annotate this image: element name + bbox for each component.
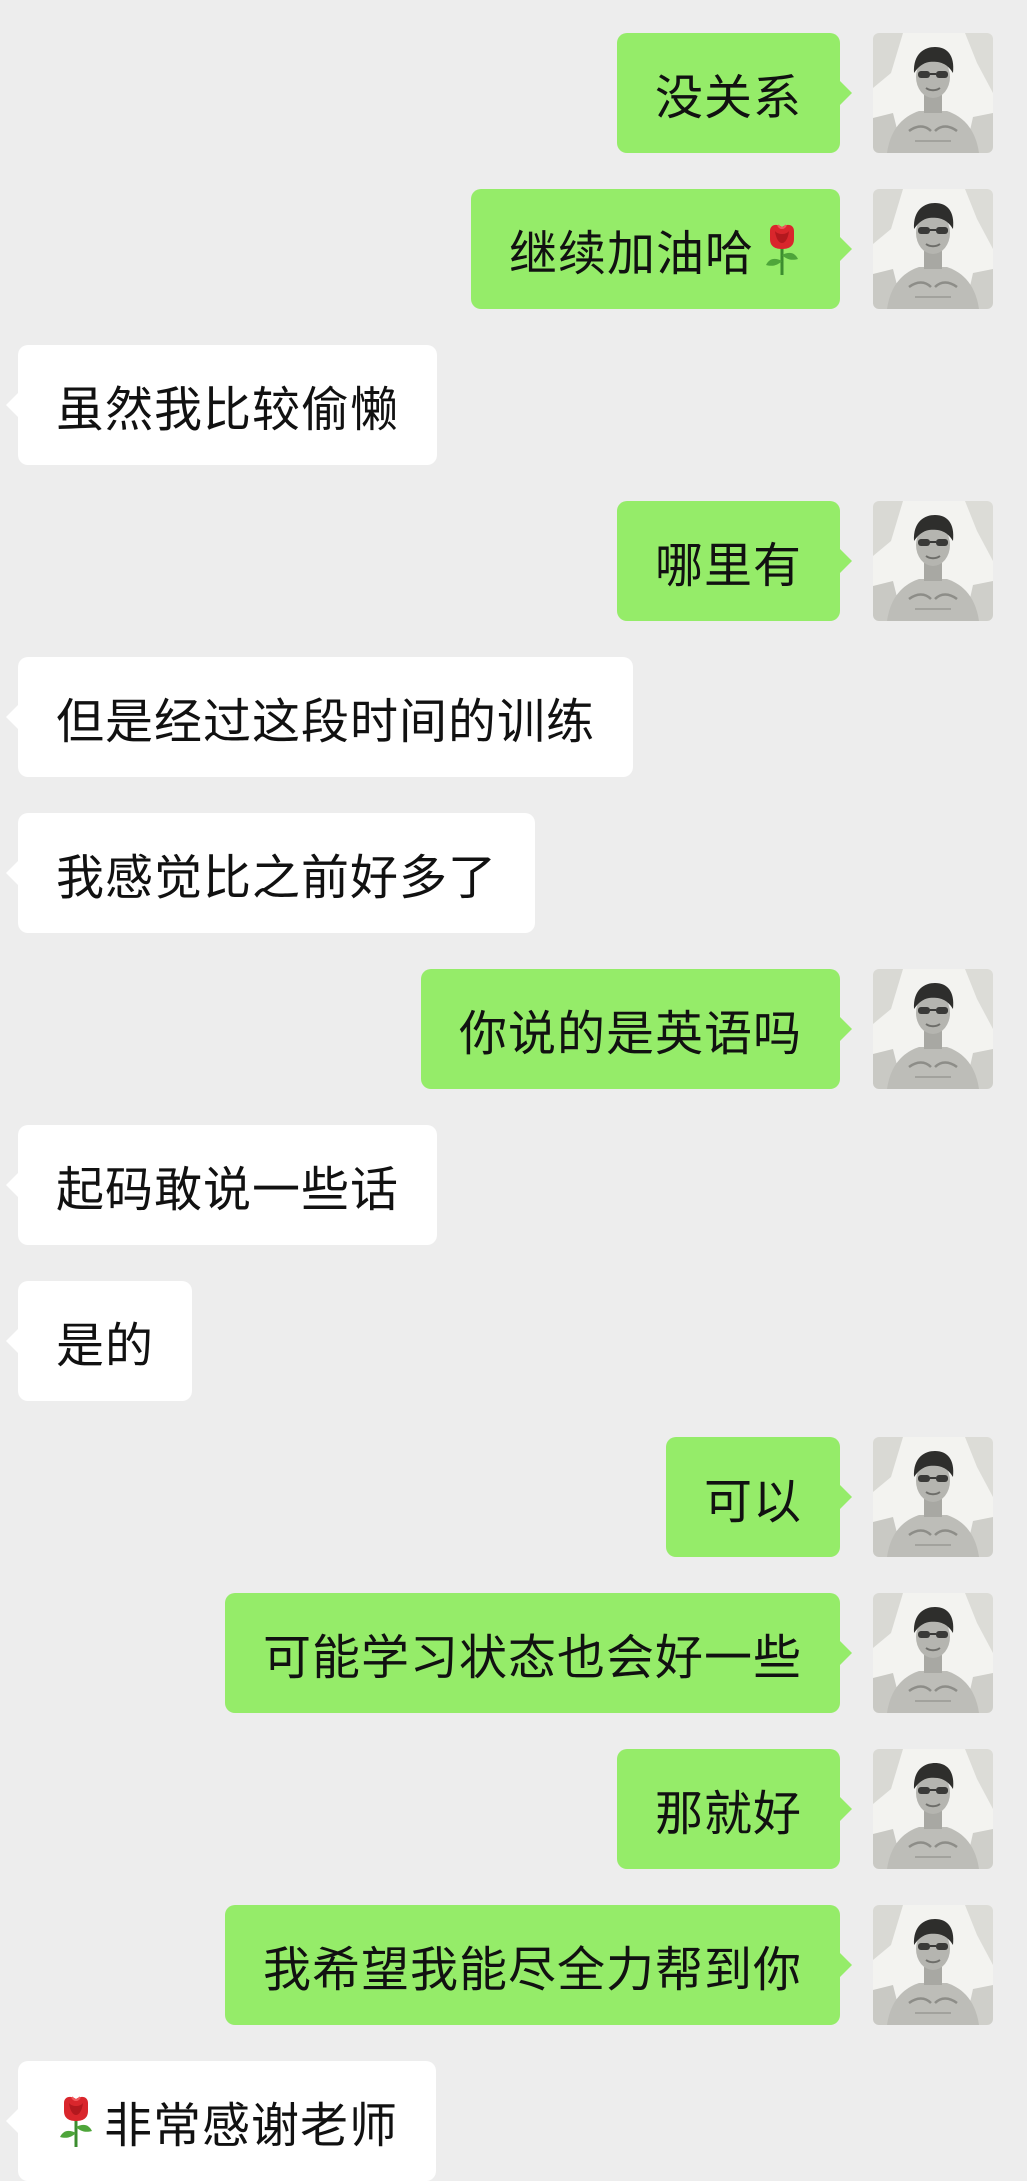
received-message-bubble[interactable]: 是的 [5,1281,193,1401]
message-text: 是的 [56,1318,155,1374]
sent-message-row: 没关系 [0,33,1027,153]
received-message-row: 但是经过这段时间的训练 [0,657,1027,777]
received-message-bubble[interactable]: 起码敢说一些话 [5,1125,438,1245]
sent-message-bubble[interactable]: 继续加油哈 [470,189,853,309]
message-text: 哪里有 [654,538,802,594]
user-avatar-icon[interactable] [873,501,993,621]
sent-message-row: 可以 [0,1437,1027,1557]
sent-message-row: 你说的是英语吗 [0,969,1027,1089]
sent-message-row: 可能学习状态也会好一些 [0,1593,1027,1713]
message-text: 继续加油哈 [508,226,754,282]
sent-message-bubble[interactable]: 那就好 [616,1749,853,1869]
message-text: 我希望我能尽全力帮到你 [262,1942,802,1998]
received-message-row: 虽然我比较偷懒 [0,345,1027,465]
user-avatar-icon[interactable] [873,1593,993,1713]
user-avatar-icon[interactable] [873,33,993,153]
message-text: 那就好 [654,1786,802,1842]
message-text: 但是经过这段时间的训练 [56,694,596,750]
message-text: 你说的是英语吗 [458,1006,802,1062]
user-avatar-icon[interactable] [873,969,993,1089]
message-text: 可能学习状态也会好一些 [262,1630,802,1686]
sent-message-row: 哪里有 [0,501,1027,621]
sent-message-row: 那就好 [0,1749,1027,1869]
chat-message-list[interactable]: 没关系继续加油哈虽然我比较偷懒哪里有但是经过这段时间的训练 我感觉比之前好多了你说… [0,0,1027,2181]
message-text: 可以 [703,1474,802,1530]
received-message-bubble[interactable]: 但是经过这段时间的训练 [5,657,634,777]
sent-message-bubble[interactable]: 可以 [665,1437,853,1557]
sent-message-bubble[interactable]: 哪里有 [616,501,853,621]
user-avatar-icon[interactable] [873,1905,993,2025]
sent-message-bubble[interactable]: 可能学习状态也会好一些 [224,1593,853,1713]
rose-emoji-icon [56,2093,96,2149]
message-text: 没关系 [654,70,802,126]
sent-message-row: 继续加油哈 [0,189,1027,309]
rose-emoji-icon [762,221,802,277]
message-text: 非常感谢老师 [104,2098,399,2154]
received-message-bubble[interactable]: 虽然我比较偷懒 [5,345,438,465]
user-avatar-icon[interactable] [873,1437,993,1557]
sent-message-bubble[interactable]: 我希望我能尽全力帮到你 [224,1905,853,2025]
received-message-row: 我感觉比之前好多了 [0,813,1027,933]
message-text: 起码敢说一些话 [56,1162,400,1218]
sent-message-bubble[interactable]: 你说的是英语吗 [420,969,853,1089]
message-text: 虽然我比较偷懒 [56,382,400,438]
received-message-row: 非常感谢老师 [0,2061,1027,2181]
user-avatar-icon[interactable] [873,1749,993,1869]
message-text: 我感觉比之前好多了 [56,850,498,906]
sent-message-bubble[interactable]: 没关系 [616,33,853,153]
user-avatar-icon[interactable] [873,189,993,309]
received-message-bubble[interactable]: 我感觉比之前好多了 [5,813,536,933]
sent-message-row: 我希望我能尽全力帮到你 [0,1905,1027,2025]
received-message-row: 起码敢说一些话 [0,1125,1027,1245]
received-message-row: 是的 [0,1281,1027,1401]
received-message-bubble[interactable]: 非常感谢老师 [5,2061,437,2181]
